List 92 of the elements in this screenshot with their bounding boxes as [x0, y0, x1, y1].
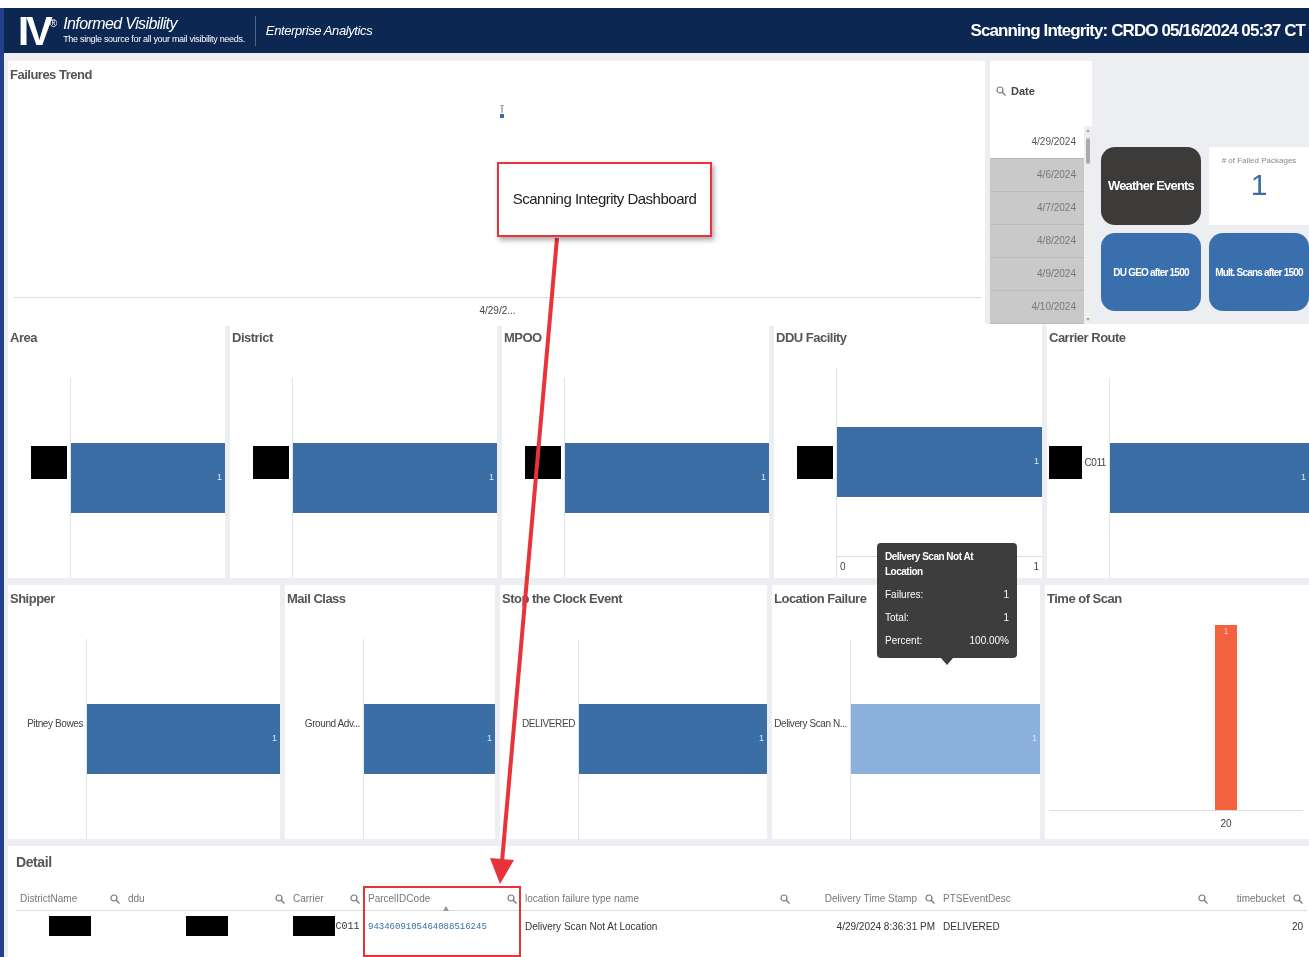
- tooltip-label: Percent:: [885, 633, 923, 648]
- search-icon[interactable]: [780, 893, 790, 904]
- filter-title: Date: [1011, 84, 1035, 99]
- kpi-value: 1: [1250, 167, 1268, 203]
- tooltip-value: 1: [1003, 587, 1009, 602]
- redaction-mark: [185, 916, 228, 936]
- brand-name: Informed Visibility: [63, 14, 179, 33]
- tooltip-value: 1: [1003, 610, 1009, 625]
- date-item[interactable]: 4/7/2024: [990, 191, 1084, 225]
- bar[interactable]: 1: [1110, 442, 1309, 513]
- axis-tick: 0: [840, 560, 846, 574]
- action-button[interactable]: Mult. Scans after 1500: [1209, 233, 1309, 311]
- column-header[interactable]: ddu: [128, 891, 145, 906]
- tooltip-value: 100.00%: [969, 633, 1009, 648]
- bar[interactable]: 1: [87, 703, 280, 774]
- search-icon[interactable]: [925, 893, 935, 904]
- value-label: 1: [1032, 732, 1037, 745]
- column-header[interactable]: PTSEventDesc: [943, 891, 1011, 906]
- page-title: Scanning Integrity: CRDO 05/16/2024 05:37 CT: [970, 19, 1305, 42]
- panel-title: Time of Scan: [1047, 590, 1122, 608]
- tooltip-title: Delivery Scan Not At Location: [885, 549, 975, 579]
- registered-mark: ®: [49, 18, 58, 29]
- bar[interactable]: 1: [293, 442, 497, 513]
- axis-tick: 1: [1033, 560, 1039, 574]
- bar[interactable]: 1: [837, 426, 1042, 497]
- column-header[interactable]: DistrictName: [20, 891, 78, 906]
- bar[interactable]: 1: [565, 442, 769, 513]
- column-header[interactable]: location failure type name: [525, 891, 639, 906]
- tooltip-label: Total:: [885, 610, 909, 625]
- column-header[interactable]: ParcelIDCode: [368, 891, 431, 906]
- tooltip-label: Failures:: [885, 587, 924, 602]
- value-label: 1: [1034, 455, 1039, 468]
- column-header[interactable]: Delivery Time Stamp: [824, 891, 917, 906]
- panel-title: MPOO: [504, 329, 542, 347]
- value-label: 1: [489, 471, 494, 484]
- bar[interactable]: 1: [71, 442, 225, 513]
- data-point: [499, 104, 505, 119]
- category-label: 20: [1220, 818, 1232, 829]
- search-icon[interactable]: [275, 893, 285, 904]
- date-item[interactable]: 4/29/2024: [990, 125, 1084, 159]
- sort-icon[interactable]: [442, 906, 449, 911]
- category-label: Ground Adv...: [304, 717, 360, 732]
- date-item[interactable]: 4/6/2024: [990, 158, 1084, 192]
- value-label: 1: [487, 732, 492, 745]
- logo: IV: [18, 10, 50, 51]
- kpi-label: # of Failed Packages: [1221, 155, 1297, 167]
- value-label: 1: [217, 471, 222, 484]
- panel-title: Location Failure: [774, 590, 867, 608]
- section-label: Enterprise Analytics: [254, 15, 373, 46]
- search-icon[interactable]: [507, 893, 517, 904]
- search-icon[interactable]: [996, 86, 1006, 97]
- category-label: Pitney Bowes: [27, 717, 83, 732]
- category-label: Delivery Scan N...: [774, 717, 847, 732]
- panel-title: Failures Trend: [10, 66, 92, 84]
- search-icon[interactable]: [350, 893, 360, 904]
- callout: Scanning Integrity Dashboard: [497, 162, 712, 237]
- table-title: Detail: [16, 853, 53, 872]
- tagline: The single source for all your mail visibility needs.: [63, 32, 245, 46]
- table-cell: Delivery Scan Not At Location: [525, 920, 658, 932]
- axis-label: 4/29/2...: [479, 303, 516, 318]
- category-label: DELIVERED: [521, 717, 575, 732]
- date-item[interactable]: 4/10/2024: [990, 290, 1084, 324]
- parcel-link[interactable]: 9434609105464088516245: [368, 921, 487, 932]
- table-cell: 20: [1291, 920, 1303, 932]
- panel-title: Shipper: [10, 590, 55, 608]
- value-label: 1: [1301, 471, 1306, 484]
- panel-title: Carrier Route: [1049, 329, 1126, 347]
- column-header[interactable]: timebucket: [1236, 891, 1285, 906]
- value-label: 1: [761, 471, 766, 484]
- action-button[interactable]: DU GEO after 1500: [1101, 233, 1201, 311]
- date-item[interactable]: 4/8/2024: [990, 224, 1084, 258]
- redaction-mark: [49, 916, 91, 936]
- category-label: C011: [1084, 456, 1106, 471]
- redaction-mark: [293, 916, 336, 936]
- panel-title: Mail Class: [287, 590, 346, 608]
- bar[interactable]: 1: [364, 703, 495, 774]
- bar[interactable]: 1: [579, 703, 767, 774]
- value-label: 1: [759, 732, 764, 745]
- search-icon[interactable]: [110, 893, 120, 904]
- panel-title: District: [232, 329, 273, 347]
- value-label: 1: [1223, 625, 1229, 638]
- panel-title: Area: [10, 329, 37, 347]
- date-item[interactable]: 4/9/2024: [990, 257, 1084, 291]
- table-cell: C011: [335, 920, 360, 932]
- action-button[interactable]: Weather Events: [1101, 147, 1201, 225]
- search-icon[interactable]: [1293, 893, 1303, 904]
- search-icon[interactable]: [1198, 893, 1208, 904]
- column-header[interactable]: Carrier: [293, 891, 324, 906]
- table-cell: 4/29/2024 8:36:31 PM: [836, 920, 935, 932]
- panel-title: DDU Facility: [776, 329, 847, 347]
- value-label: 1: [272, 732, 277, 745]
- table-cell: DELIVERED: [943, 920, 1000, 932]
